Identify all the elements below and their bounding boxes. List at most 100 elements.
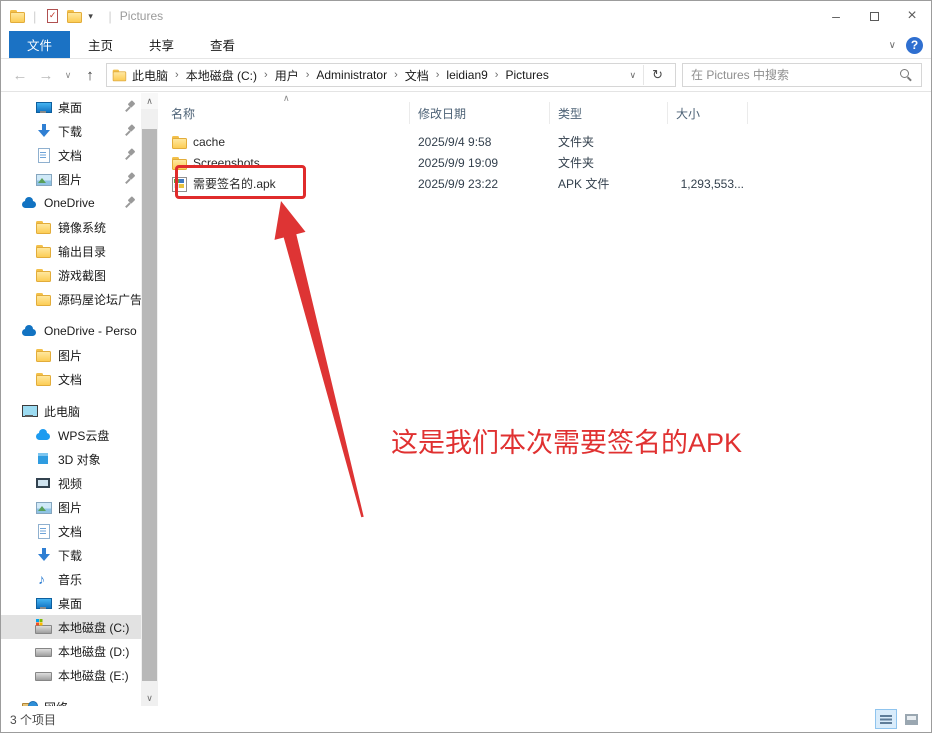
sidebar-item-下载[interactable]: 下载	[1, 543, 141, 567]
ribbon-tabs: 文件主页共享查看 ∨ ?	[1, 31, 931, 59]
search-box[interactable]	[682, 63, 922, 87]
sidebar-scrollbar[interactable]: ∧ ∨	[141, 93, 158, 706]
tab-查看[interactable]: 查看	[192, 31, 253, 58]
sidebar-item-图片[interactable]: 图片	[1, 495, 141, 519]
tab-文件[interactable]: 文件	[9, 31, 70, 58]
sidebar-item-OneDrive[interactable]: OneDrive	[1, 191, 141, 215]
details-view-button[interactable]	[875, 709, 897, 729]
tab-主页[interactable]: 主页	[70, 31, 131, 58]
refresh-icon[interactable]: ↻	[643, 65, 671, 85]
breadcrumb-item[interactable]: 本地磁盘 (C:)	[183, 67, 260, 84]
sidebar-item-文档[interactable]: 文档	[1, 519, 141, 543]
close-button[interactable]: ×	[893, 1, 931, 31]
sidebar-item-桌面[interactable]: 桌面	[1, 95, 141, 119]
sidebar-item-label: 桌面	[58, 99, 82, 116]
column-header-名称[interactable]: 名称	[158, 102, 410, 124]
pin-icon	[125, 124, 136, 139]
column-header-大小[interactable]: 大小	[668, 102, 748, 124]
scroll-up-icon[interactable]: ∧	[141, 93, 158, 109]
ribbon-right: ∨ ?	[889, 31, 923, 59]
navigation-bar: ← → ∨ ↑ 此电脑›本地磁盘 (C:)›用户›Administrator›文…	[1, 59, 931, 92]
file-name-cell[interactable]: cache	[158, 134, 410, 150]
breadcrumb-separator-icon: ›	[432, 69, 444, 81]
recent-locations-icon[interactable]: ∨	[62, 70, 74, 81]
tab-共享[interactable]: 共享	[131, 31, 192, 58]
sidebar-item-本地磁盘 (C:)[interactable]: 本地磁盘 (C:)	[1, 615, 141, 639]
doc-icon	[35, 147, 51, 163]
up-button[interactable]: ↑	[80, 67, 100, 84]
table-row[interactable]: cache2025/9/4 9:58文件夹	[158, 131, 931, 152]
sidebar-item-视频[interactable]: 视频	[1, 471, 141, 495]
search-input[interactable]	[691, 68, 899, 82]
address-bar[interactable]: 此电脑›本地磁盘 (C:)›用户›Administrator›文档›leidia…	[106, 63, 676, 87]
back-button[interactable]: ←	[10, 67, 30, 84]
forward-button[interactable]: →	[36, 67, 56, 84]
navigation-pane: 桌面下载文档图片OneDrive镜像系统输出目录游戏截图源码屋论坛广告!OneD…	[1, 93, 141, 706]
column-header-类型[interactable]: 类型	[550, 102, 668, 124]
sidebar-item-label: 本地磁盘 (E:)	[58, 667, 129, 684]
separator: |	[108, 9, 111, 24]
sidebar-item-3D 对象[interactable]: 3D 对象	[1, 447, 141, 471]
breadcrumb-item[interactable]: Administrator	[313, 68, 390, 82]
sidebar-item-下载[interactable]: 下载	[1, 119, 141, 143]
column-header-修改日期[interactable]: 修改日期	[410, 102, 550, 124]
desktop-icon	[35, 595, 51, 611]
folder-icon	[35, 347, 51, 363]
sidebar-item-label: 3D 对象	[58, 451, 101, 468]
search-icon[interactable]	[899, 68, 913, 82]
breadcrumb-item[interactable]: Pictures	[502, 68, 551, 82]
breadcrumb-item[interactable]: 文档	[402, 67, 432, 84]
location-folder-icon	[112, 68, 126, 82]
cloud-wps-icon	[35, 427, 51, 443]
sidebar-item-WPS云盘[interactable]: WPS云盘	[1, 423, 141, 447]
help-button[interactable]: ?	[906, 37, 923, 54]
sidebar-item-label: 音乐	[58, 571, 82, 588]
breadcrumb-separator-icon: ›	[260, 69, 272, 81]
qat-dropdown-icon[interactable]: ▾	[88, 11, 100, 22]
sidebar-item-源码屋论坛广告![interactable]: 源码屋论坛广告!	[1, 287, 141, 311]
sidebar-item-图片[interactable]: 图片	[1, 343, 141, 367]
scrollbar-thumb[interactable]	[142, 129, 157, 681]
sidebar-item-桌面[interactable]: 桌面	[1, 591, 141, 615]
cloud-icon	[21, 323, 37, 339]
sidebar-item-输出目录[interactable]: 输出目录	[1, 239, 141, 263]
breadcrumb-item[interactable]: 此电脑	[129, 67, 171, 84]
maximize-button[interactable]	[855, 1, 893, 31]
thumbnails-view-icon	[905, 714, 918, 725]
sidebar-item-本地磁盘 (D:)[interactable]: 本地磁盘 (D:)	[1, 639, 141, 663]
video-icon	[35, 475, 51, 491]
collapse-ribbon-icon[interactable]: ∨	[889, 40, 896, 51]
breadcrumb-separator-icon: ›	[390, 69, 402, 81]
address-dropdown-icon[interactable]: ∨	[623, 70, 644, 81]
thumbnails-view-button[interactable]	[900, 709, 922, 729]
pic-icon	[35, 171, 51, 187]
file-date: 2025/9/4 9:58	[410, 135, 550, 149]
sidebar-item-镜像系统[interactable]: 镜像系统	[1, 215, 141, 239]
sidebar-item-文档[interactable]: 文档	[1, 143, 141, 167]
drive-icon	[35, 643, 51, 659]
sidebar-item-本地磁盘 (E:)[interactable]: 本地磁盘 (E:)	[1, 663, 141, 687]
new-folder-icon[interactable]	[66, 8, 82, 24]
minimize-button[interactable]: –	[817, 1, 855, 31]
sidebar-item-此电脑[interactable]: 此电脑	[1, 399, 141, 423]
details-view-icon	[880, 714, 892, 724]
pin-icon	[125, 196, 136, 208]
scroll-down-icon[interactable]: ∨	[141, 690, 158, 706]
breadcrumb-item[interactable]: leidian9	[443, 68, 490, 82]
file-date: 2025/9/9 23:22	[410, 177, 550, 191]
sidebar-item-游戏截图[interactable]: 游戏截图	[1, 263, 141, 287]
pin-icon	[125, 100, 136, 115]
doc-icon	[35, 523, 51, 539]
sidebar-item-label: 游戏截图	[58, 267, 106, 284]
title-bar: | ▾ | Pictures – ×	[1, 1, 931, 31]
sidebar-item-网络[interactable]: 网络	[1, 695, 141, 706]
sidebar-item-图片[interactable]: 图片	[1, 167, 141, 191]
sidebar-item-label: 本地磁盘 (C:)	[58, 619, 129, 636]
sidebar-item-文档[interactable]: 文档	[1, 367, 141, 391]
properties-icon[interactable]	[44, 8, 60, 24]
pin-icon	[125, 124, 136, 136]
folder-icon	[35, 291, 51, 307]
sidebar-item-OneDrive - Perso[interactable]: OneDrive - Perso	[1, 319, 141, 343]
breadcrumb-item[interactable]: 用户	[272, 67, 302, 84]
sidebar-item-音乐[interactable]: 音乐	[1, 567, 141, 591]
